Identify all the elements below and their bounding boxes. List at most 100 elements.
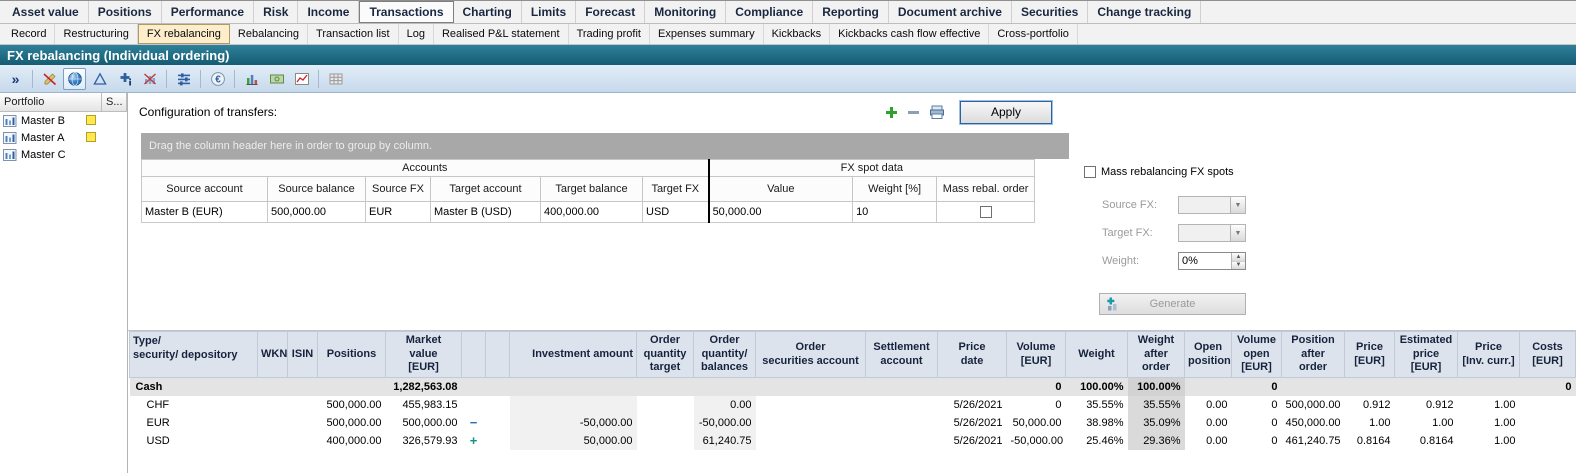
euro-icon[interactable]: € [206, 68, 229, 90]
submenu-tab-rebalancing[interactable]: Rebalancing [230, 24, 308, 44]
cell-source-account[interactable]: Master B (EUR) [142, 202, 268, 223]
triangle-icon[interactable] [88, 68, 111, 90]
positions-col-wkn[interactable]: WKN [258, 332, 288, 378]
edit-disabled-icon[interactable] [38, 68, 61, 90]
menu-tab-positions[interactable]: Positions [89, 1, 162, 23]
positions-col-settlement-account[interactable]: Settlement account [866, 332, 938, 378]
positions-col-volume-eur[interactable]: Volume [EUR] [1007, 332, 1066, 378]
mass-rebalancing-checkbox[interactable] [1084, 166, 1096, 178]
positions-col-open-position[interactable]: Open position [1185, 332, 1232, 378]
col-source-account[interactable]: Source account [142, 177, 268, 202]
submenu-tab-expenses-summary[interactable]: Expenses summary [650, 24, 764, 44]
menu-tab-monitoring[interactable]: Monitoring [645, 1, 726, 23]
positions-col-costs-eur[interactable]: Costs [EUR] [1520, 332, 1576, 378]
menu-tab-change-tracking[interactable]: Change tracking [1088, 1, 1201, 23]
menu-tab-document-archive[interactable]: Document archive [889, 1, 1012, 23]
cell-value[interactable]: 50,000.00 [709, 202, 853, 223]
cell-source-balance[interactable]: 500,000.00 [268, 202, 366, 223]
positions-col-empty-5[interactable] [462, 332, 486, 378]
add-info-icon[interactable] [113, 68, 136, 90]
menu-tab-reporting[interactable]: Reporting [813, 1, 889, 23]
positions-col-positions[interactable]: Positions [318, 332, 386, 378]
menu-tab-performance[interactable]: Performance [162, 1, 254, 23]
submenu-tab-kickbacks[interactable]: Kickbacks [764, 24, 831, 44]
menu-tab-income[interactable]: Income [298, 1, 359, 23]
submenu-tab-kickbacks-cash-flow-effective[interactable]: Kickbacks cash flow effective [830, 24, 989, 44]
target-fx-select[interactable]: ▼ [1178, 224, 1246, 242]
col-source-fx[interactable]: Source FX [366, 177, 431, 202]
positions-col-price-eur[interactable]: Price [EUR] [1345, 332, 1395, 378]
positions-row-cash[interactable]: Cash1,282,563.080100.00%100.00%00 [130, 378, 1576, 396]
bar-chart-icon[interactable] [240, 68, 263, 90]
weight-input[interactable] [1179, 253, 1231, 269]
submenu-tab-transaction-list[interactable]: Transaction list [308, 24, 399, 44]
portfolio-item-master-a[interactable]: Master A [0, 129, 127, 146]
positions-col-market-value-eur[interactable]: Market value [EUR] [386, 332, 462, 378]
print-icon[interactable] [929, 105, 945, 120]
cell-target-fx[interactable]: USD [643, 202, 709, 223]
col-source-balance[interactable]: Source balance [268, 177, 366, 202]
cell-target-account[interactable]: Master B (USD) [431, 202, 541, 223]
spin-up-button[interactable]: ▲ [1232, 253, 1245, 262]
menu-tab-risk[interactable]: Risk [254, 1, 298, 23]
submenu-tab-record[interactable]: Record [3, 24, 55, 44]
positions-col-position-after-order[interactable]: Position after order [1282, 332, 1345, 378]
positions-col-volume-open-eur[interactable]: Volume open [EUR] [1232, 332, 1282, 378]
submenu-tab-fx-rebalancing[interactable]: FX rebalancing [138, 24, 230, 44]
cell-weight-pct[interactable]: 10 [853, 202, 937, 223]
positions-row-eur[interactable]: EUR500,000.00500,000.00−-50,000.00-50,00… [130, 414, 1576, 432]
col-target-account[interactable]: Target account [431, 177, 541, 202]
positions-row-chf[interactable]: CHF500,000.00455,983.150.005/26/2021035.… [130, 396, 1576, 414]
source-fx-select[interactable]: ▼ [1178, 196, 1246, 214]
positions-col-type-security-depository[interactable]: Type/ security/ depository [130, 332, 258, 378]
positions-row-usd[interactable]: USD400,000.00326,579.93+50,000.0061,240.… [130, 432, 1576, 450]
col-target-balance[interactable]: Target balance [541, 177, 643, 202]
positions-col-isin[interactable]: ISIN [288, 332, 318, 378]
portfolio-item-master-c[interactable]: Master C [0, 146, 127, 163]
menu-tab-transactions[interactable]: Transactions [359, 1, 453, 23]
table-grid-icon[interactable] [324, 68, 347, 90]
positions-col-empty-6[interactable] [486, 332, 510, 378]
menu-tab-securities[interactable]: Securities [1012, 1, 1088, 23]
submenu-tab-log[interactable]: Log [399, 24, 434, 44]
menu-tab-asset-value[interactable]: Asset value [3, 1, 89, 23]
col-mass-rebal-order[interactable]: Mass rebal. order [937, 177, 1035, 202]
positions-col-price-inv-curr[interactable]: Price [Inv. curr.] [1458, 332, 1520, 378]
cell-target-balance[interactable]: 400,000.00 [541, 202, 643, 223]
col-target-fx[interactable]: Target FX [643, 177, 709, 202]
menu-tab-forecast[interactable]: Forecast [576, 1, 645, 23]
add-transfer-icon[interactable] [885, 106, 898, 119]
remove-transfer-icon[interactable] [907, 106, 920, 119]
status-column-header[interactable]: S... [102, 93, 127, 112]
positions-col-order-quantity-target[interactable]: Order quantity target [637, 332, 694, 378]
positions-col-order-securities-account[interactable]: Order securities account [756, 332, 866, 378]
menu-tab-limits[interactable]: Limits [522, 1, 576, 23]
cell-source-fx[interactable]: EUR [366, 202, 431, 223]
positions-col-investment-amount[interactable]: Investment amount [510, 332, 637, 378]
portfolio-item-master-b[interactable]: Master B [0, 112, 127, 129]
positions-col-weight[interactable]: Weight [1066, 332, 1128, 378]
generate-button[interactable]: Generate [1099, 293, 1246, 315]
collapse-panel-button[interactable]: » [4, 68, 27, 90]
globe-icon[interactable] [63, 68, 86, 90]
positions-col-weight-after-order[interactable]: Weight after order [1128, 332, 1185, 378]
menu-tab-compliance[interactable]: Compliance [726, 1, 813, 23]
banknote-icon[interactable] [265, 68, 288, 90]
portfolio-column-header[interactable]: Portfolio [0, 93, 102, 112]
menu-tab-charting[interactable]: Charting [454, 1, 522, 23]
submenu-tab-restructuring[interactable]: Restructuring [55, 24, 137, 44]
positions-col-order-quantity-balances[interactable]: Order quantity/ balances [694, 332, 756, 378]
spin-down-button[interactable]: ▼ [1232, 262, 1245, 270]
col-weight-pct[interactable]: Weight [%] [853, 177, 937, 202]
chart-crossed-icon[interactable] [138, 68, 161, 90]
mass-rebal-order-checkbox[interactable] [980, 206, 992, 218]
submenu-tab-trading-profit[interactable]: Trading profit [569, 24, 650, 44]
positions-col-estimated-price-eur[interactable]: Estimated price [EUR] [1395, 332, 1458, 378]
transfer-row[interactable]: Master B (EUR) 500,000.00 EUR Master B (… [142, 202, 1035, 223]
sliders-icon[interactable] [172, 68, 195, 90]
group-by-bar[interactable]: Drag the column header here in order to … [141, 133, 1069, 159]
line-chart-icon[interactable] [290, 68, 313, 90]
positions-col-price-date[interactable]: Price date [938, 332, 1007, 378]
submenu-tab-cross-portfolio[interactable]: Cross-portfolio [989, 24, 1078, 44]
col-value[interactable]: Value [709, 177, 853, 202]
